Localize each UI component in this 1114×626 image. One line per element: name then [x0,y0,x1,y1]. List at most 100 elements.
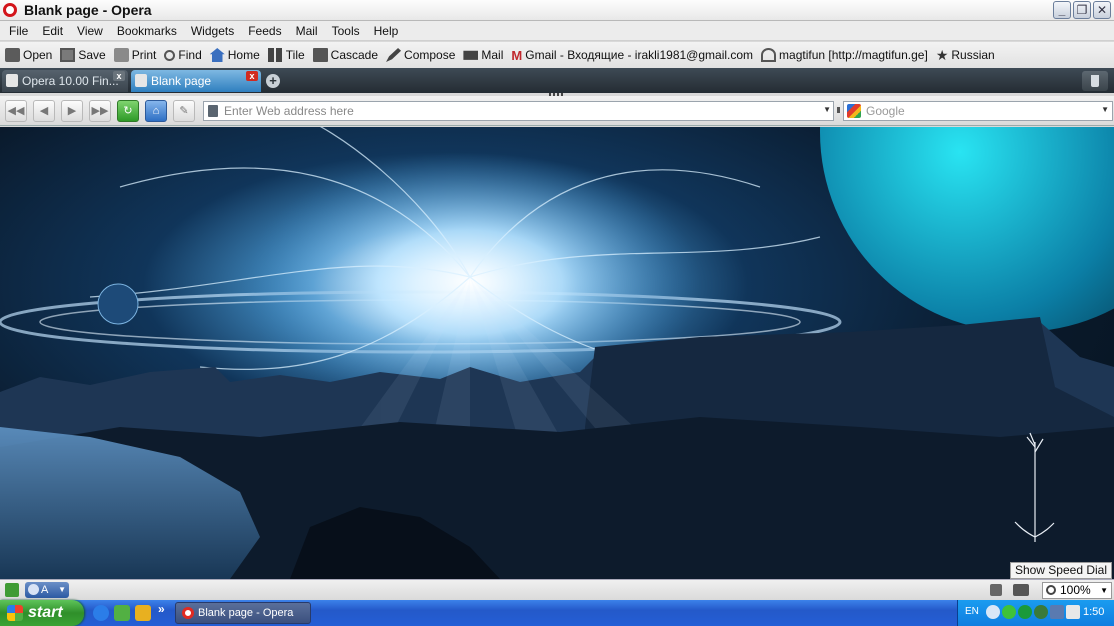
tab-blank-page[interactable]: Blank page x [131,70,261,92]
restore-button[interactable]: ❐ [1073,1,1091,19]
tray-expand-icon[interactable] [986,605,1000,619]
magtifun-bookmark[interactable]: magtifun [http://magtifun.ge] [761,48,928,62]
address-input[interactable] [224,103,814,119]
keyboard-icon[interactable] [1066,605,1080,619]
monitor-icon[interactable] [1050,605,1064,619]
open-button[interactable]: Open [5,48,52,62]
restore-icon: ❐ [1076,3,1088,17]
chevron-down-icon: ▼ [58,585,66,594]
menu-mail[interactable]: Mail [289,21,325,41]
personal-toolbar: Open Save Print Find Home Tile Cascade C… [0,42,1114,68]
forward-button[interactable]: ▶ [61,100,83,122]
trash-button[interactable] [1082,71,1108,91]
page-viewport[interactable] [0,127,1114,579]
find-label: Find [178,48,202,62]
back-button[interactable]: ◀ [33,100,55,122]
tile-label: Tile [285,48,305,62]
clock: 1:50 [1083,606,1105,618]
menu-file[interactable]: File [2,21,35,41]
home-button[interactable]: Home [209,48,260,62]
menu-tools[interactable]: Tools [325,21,367,41]
chevron-right-icon[interactable]: » [158,602,165,616]
tab-label: Opera 10.00 Fin... [22,74,119,88]
tile-button[interactable]: Tile [267,48,305,62]
russian-bookmark[interactable]: ★ Russian [936,47,995,64]
cascade-label: Cascade [330,48,379,62]
print-icon [113,48,129,62]
opera-logo-icon [182,607,194,619]
start-label: start [28,604,63,621]
tile-icon [267,48,283,62]
speed-dial-tooltip: Show Speed Dial [1009,562,1112,579]
task-label: Blank page - Opera [198,607,294,619]
compose-icon [386,48,402,62]
menu-help[interactable]: Help [367,21,406,41]
home-nav-button[interactable]: ⌂ [145,100,167,122]
small-planet [97,283,139,325]
chevron-down-icon[interactable]: ▼ [1101,105,1109,114]
cascade-button[interactable]: Cascade [312,48,379,62]
taskbar: start » Blank page - Opera EN 1:50 [0,600,1114,626]
mail-label: Mail [481,48,504,62]
utility-icon[interactable] [1034,605,1048,619]
search-input[interactable] [866,103,1096,119]
planet [820,127,1114,332]
compose-button[interactable]: Compose [386,48,455,62]
images-icon[interactable] [1013,584,1029,596]
save-button[interactable]: Save [60,48,106,62]
chevron-down-icon: ▼ [1100,586,1108,595]
google-icon[interactable] [847,104,861,118]
reload-button[interactable]: ↻ [117,100,139,122]
home-icon: ⌂ [152,105,160,117]
taskbar-opera-window[interactable]: Blank page - Opera [175,602,311,624]
folder-icon [5,48,20,62]
save-label: Save [78,48,106,62]
address-toolbar: ◀◀ ◀ ▶ ▶▶ ↻ ⌂ ✎ ▼ ▼ [0,96,1114,126]
mail-icon [463,50,479,60]
close-tab-icon[interactable]: x [246,71,258,81]
pencil-icon: ✎ [179,105,189,117]
presentation-icon[interactable] [990,584,1002,596]
panel-toggle-icon[interactable] [5,583,19,597]
page-icon [6,74,18,87]
search-box: ▼ [843,101,1113,121]
fast-forward-button[interactable]: ▶▶ [89,100,111,122]
russian-label: Russian [951,48,995,62]
menu-bar: File Edit View Bookmarks Widgets Feeds M… [0,21,1114,41]
title-bar: Blank page - Opera _ ❐ ✕ [0,0,1114,21]
edit-button[interactable]: ✎ [173,100,195,122]
print-button[interactable]: Print [113,48,156,62]
menu-bookmarks[interactable]: Bookmarks [110,21,184,41]
language-indicator[interactable]: EN [965,606,979,617]
start-button[interactable]: start [0,600,84,626]
mail-button[interactable]: Mail [463,48,503,62]
gmail-icon: M [511,47,523,63]
zoom-control[interactable]: 100% ▼ [1042,582,1112,599]
ie-icon[interactable] [93,605,109,621]
tab-opera-10[interactable]: Opera 10.00 Fin... x [2,70,128,92]
gmail-bookmark[interactable]: M Gmail - Входящие - irakli1981@gmail.com [511,48,753,63]
explorer-icon[interactable] [114,605,130,621]
magnifier-icon [1046,585,1056,595]
star-icon: ★ [935,46,949,63]
menu-view[interactable]: View [70,21,110,41]
opera-turbo-button[interactable]: A ▼ [25,582,69,598]
menu-feeds[interactable]: Feeds [241,21,288,41]
network-icon[interactable] [1018,605,1032,619]
chevron-down-icon[interactable]: ▼ [823,105,831,114]
tab-label: Blank page [151,74,212,88]
find-button[interactable]: Find [164,48,202,62]
menu-edit[interactable]: Edit [35,21,70,41]
minimize-button[interactable]: _ [1053,1,1071,19]
close-tab-icon[interactable]: x [113,71,125,81]
close-button[interactable]: ✕ [1093,1,1111,19]
gmail-label: Gmail - Входящие - irakli1981@gmail.com [525,48,754,62]
minimize-icon: _ [1058,3,1066,17]
show-desktop-icon[interactable] [135,605,151,621]
rewind-button[interactable]: ◀◀ [5,100,27,122]
person-icon [761,48,777,62]
new-tab-button[interactable]: + [266,74,280,88]
menu-widgets[interactable]: Widgets [184,21,241,41]
antivirus-icon[interactable] [1002,605,1016,619]
space-wallpaper [0,127,1114,579]
